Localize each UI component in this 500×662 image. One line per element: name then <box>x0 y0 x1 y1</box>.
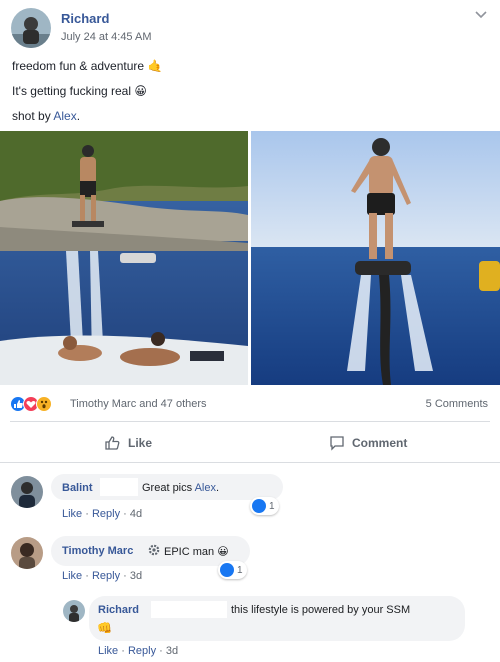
reactions-summary[interactable]: Timothy Marc and 47 others <box>70 398 207 410</box>
comment-reaction-badge[interactable]: 1 <box>218 561 247 579</box>
comment-reaction-count: 1 <box>269 500 275 512</box>
commenter-avatar[interactable] <box>11 476 43 508</box>
post-card: Richard July 24 at 4:45 AM freedom fun &… <box>0 0 500 662</box>
post-line-2-text: It's getting fucking real <box>12 84 132 98</box>
post-line-3-prefix: shot by <box>12 109 51 123</box>
post-line-3-suffix: . <box>76 109 81 123</box>
gear-icon <box>148 544 160 556</box>
post-author-name[interactable]: Richard <box>61 11 109 26</box>
grinning-emoji: 😀 <box>217 546 229 558</box>
comment-body: this lifestyle is powered by your SSM <box>231 604 411 616</box>
comment-time[interactable]: 4d <box>130 508 142 520</box>
comment-bubble-icon <box>330 436 344 451</box>
like-icon <box>252 499 266 513</box>
comment-time[interactable]: 3d <box>130 570 142 582</box>
post-photo-1[interactable] <box>0 131 248 385</box>
like-icon <box>220 563 234 577</box>
comment-reaction-count: 1 <box>237 564 243 576</box>
comment-like-link[interactable]: Like <box>62 508 82 520</box>
comment-button[interactable]: Comment <box>328 432 407 454</box>
post-text-line-1: freedom fun & adventure 🤙 <box>12 59 162 73</box>
comment-meta: Like · Reply · 4d <box>62 508 143 520</box>
divider <box>10 421 490 422</box>
comment-reaction-badge[interactable]: 1 <box>250 497 279 515</box>
comment-like-link[interactable]: Like <box>62 570 82 582</box>
commenter-name[interactable]: Balint <box>62 482 93 494</box>
commenter-name[interactable]: Timothy Marc <box>62 545 133 557</box>
fist-bump-emoji: 👊 <box>97 621 112 635</box>
post-timestamp[interactable]: July 24 at 4:45 AM <box>61 31 152 43</box>
comment-body: Great pics <box>142 482 193 494</box>
call-me-hand-emoji: 🤙 <box>147 59 163 73</box>
comment-button-label: Comment <box>352 436 408 450</box>
post-photo-2[interactable] <box>251 131 500 385</box>
tagged-user-link[interactable]: Alex <box>53 109 76 123</box>
author-avatar[interactable] <box>11 8 51 48</box>
commenter-avatar[interactable] <box>11 537 43 569</box>
comment-text: EPIC man 😀 <box>164 545 229 558</box>
comment-meta: Like · Reply · 3d <box>62 570 143 582</box>
comment-bubble <box>89 596 465 641</box>
like-button-label: Like <box>128 436 153 450</box>
comment-reply-link[interactable]: Reply <box>92 570 120 582</box>
like-button[interactable]: Like <box>104 432 152 454</box>
comment-like-link[interactable]: Like <box>98 645 118 657</box>
divider <box>0 462 500 463</box>
comment-reply-link[interactable]: Reply <box>128 645 156 657</box>
chevron-down-icon[interactable] <box>472 8 490 22</box>
comment-time[interactable]: 3d <box>166 645 178 657</box>
comment-text: Great pics Alex. <box>142 482 219 494</box>
redacted-name <box>151 601 227 618</box>
comment-reply-link[interactable]: Reply <box>92 508 120 520</box>
commenter-avatar[interactable] <box>63 600 85 622</box>
comments-count[interactable]: 5 Comments <box>426 398 488 410</box>
post-line-1-text: freedom fun & adventure <box>12 59 145 73</box>
commenter-name[interactable]: Richard <box>98 604 139 616</box>
comment-meta: Like · Reply · 3d <box>98 645 179 657</box>
tagged-user-link[interactable]: Alex <box>195 482 216 494</box>
comment-body: EPIC man <box>164 546 215 558</box>
grinning-emoji: 😀 <box>134 84 147 98</box>
post-text-line-2: It's getting fucking real 😀 <box>12 84 147 98</box>
thumbs-up-icon <box>105 436 120 450</box>
post-text-line-3: shot by Alex. <box>12 109 80 123</box>
wow-icon <box>36 396 52 412</box>
comment-suffix: . <box>216 482 220 494</box>
redacted-name <box>100 478 138 496</box>
